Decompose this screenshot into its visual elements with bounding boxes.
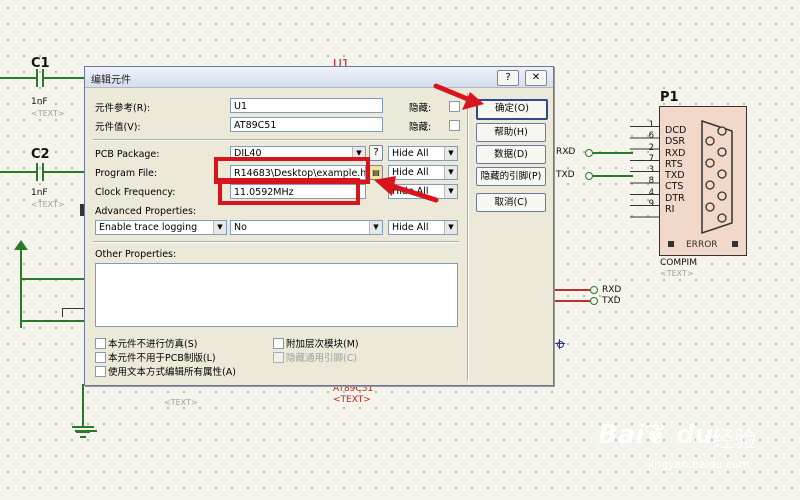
arrow-to-ok-icon <box>433 83 484 110</box>
arrow-to-program-file-icon <box>374 176 439 203</box>
annotation-arrows <box>374 83 484 203</box>
